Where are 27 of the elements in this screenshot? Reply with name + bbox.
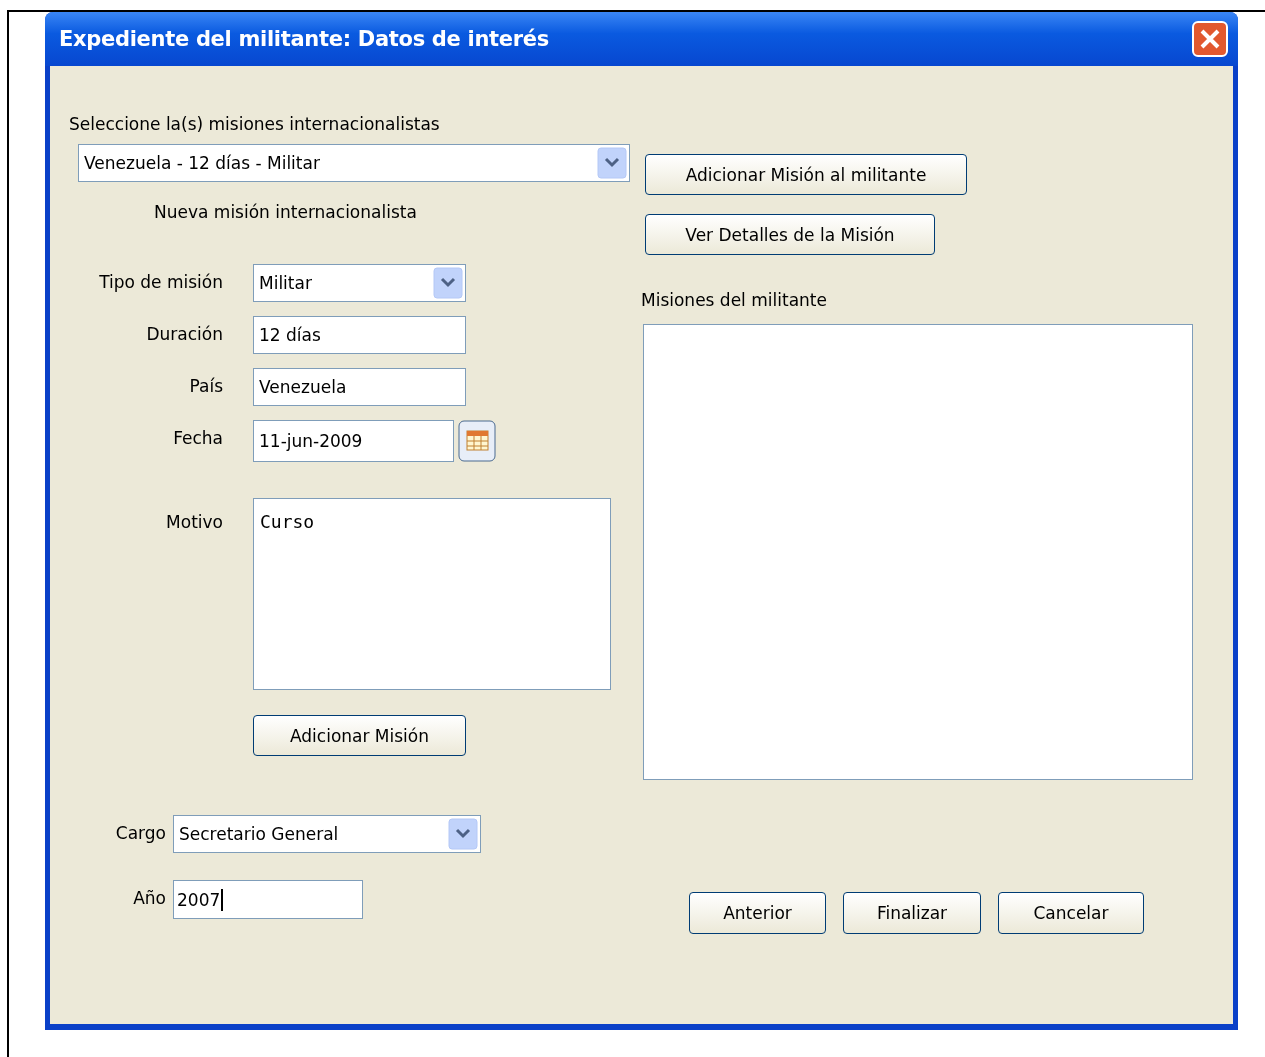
close-icon[interactable] — [1192, 21, 1228, 57]
field-label: Año — [132, 888, 167, 908]
select-field[interactable]: Militar — [253, 264, 466, 302]
select-field[interactable]: Secretario General — [173, 815, 481, 853]
date-field[interactable]: 11-jun-2009 — [253, 420, 454, 462]
field-label: Tipo de misión — [98, 272, 224, 292]
calendar-icon[interactable] — [458, 420, 496, 462]
input-field[interactable]: 12 días — [253, 316, 466, 354]
window-title: Expediente del militante: Datos de interés — [59, 27, 549, 51]
field-label: País — [188, 376, 224, 396]
mission-button[interactable]: Adicionar Misión al militante — [645, 154, 967, 195]
footer-button[interactable]: Cancelar — [998, 892, 1144, 934]
field-label: Seleccione la(s) misiones internacionalistas — [69, 114, 441, 134]
footer-button[interactable]: Anterior — [689, 892, 826, 934]
field-label: Duración — [145, 324, 224, 344]
field-label: Motivo — [165, 512, 224, 532]
input-field[interactable]: Venezuela — [253, 368, 466, 406]
section-heading: Nueva misión internacionalista — [154, 202, 418, 222]
add-mission-button[interactable]: Adicionar Misión — [253, 715, 466, 756]
list-label: Misiones del militante — [641, 290, 828, 310]
field-label: Cargo — [114, 823, 167, 843]
input-field[interactable]: 2007 — [173, 880, 363, 919]
field-label: Fecha — [172, 428, 224, 448]
select-field[interactable]: Venezuela - 12 días - Militar — [78, 144, 630, 182]
footer-button[interactable]: Finalizar — [843, 892, 981, 934]
mission-button[interactable]: Ver Detalles de la Misión — [645, 214, 935, 255]
text-area[interactable]: Curso — [253, 498, 611, 690]
